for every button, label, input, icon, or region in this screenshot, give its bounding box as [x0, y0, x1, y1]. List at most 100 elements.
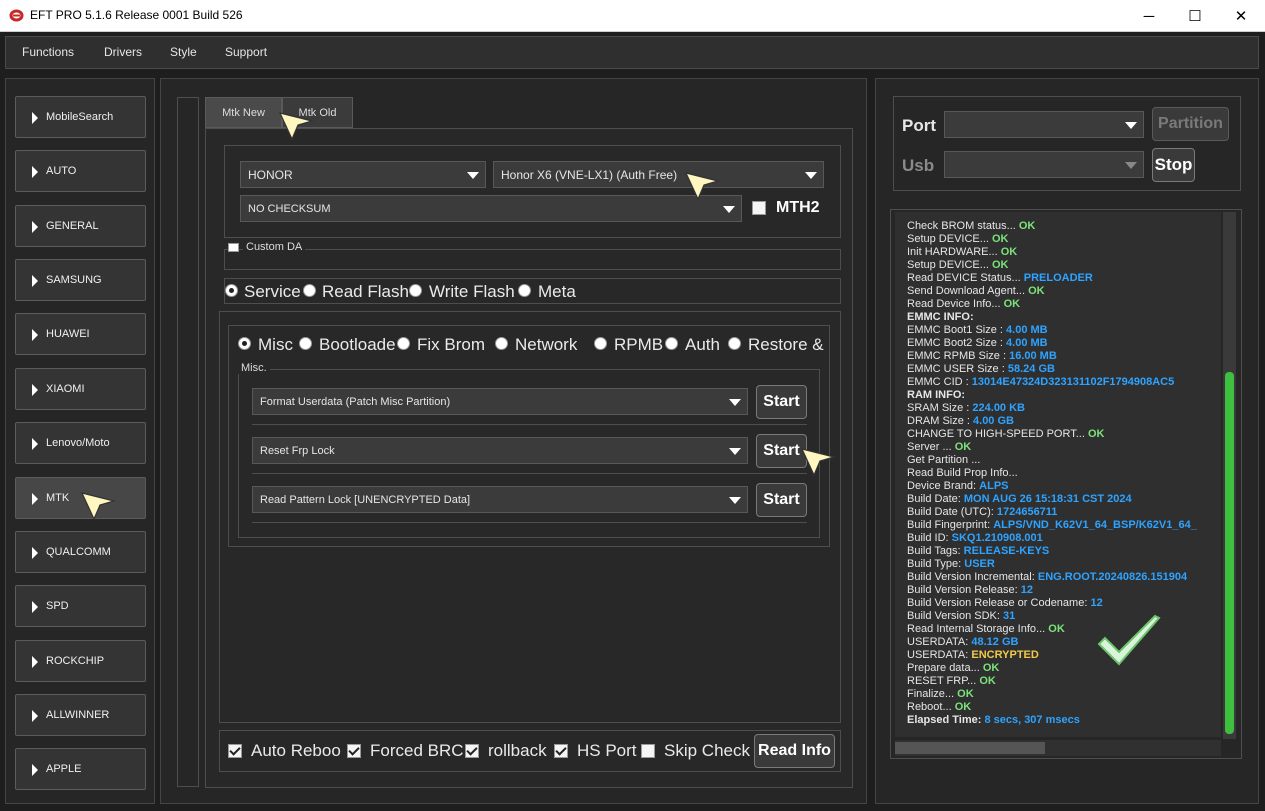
device-group [224, 145, 841, 238]
forced-brom-checkbox[interactable] [347, 744, 361, 758]
subtab-restore-label: Restore & [748, 335, 824, 354]
mode-meta-radio[interactable] [518, 284, 531, 297]
log-line: SRAM Size : 224.00 KB [907, 402, 1025, 414]
sidebar-item-mobilesearch[interactable]: MobileSearch [15, 96, 146, 138]
menu-support[interactable]: Support [225, 45, 267, 59]
start-read-pattern-button[interactable]: Start [756, 483, 807, 517]
scrollbar-thumb[interactable] [1225, 372, 1234, 734]
subtab-fix-brom-radio[interactable] [397, 337, 410, 350]
play-arrow-icon [32, 547, 38, 559]
brand-select[interactable]: HONOR [240, 161, 486, 188]
checksum-select[interactable]: NO CHECKSUM [240, 195, 742, 222]
log-line-value: OK [1087, 428, 1105, 440]
maximize-button[interactable]: ☐ [1172, 0, 1218, 32]
mode-meta-label: Meta [538, 282, 576, 301]
log-line-text: EMMC RPMB Size : [907, 350, 1010, 362]
log-line-value: 224.00 KB [972, 402, 1025, 414]
custom-da-label: Custom DA [243, 241, 306, 253]
log-line-value: OK [1048, 623, 1065, 635]
log-line: Build Version Release: 12 [907, 584, 1033, 596]
mode-read-flash-radio[interactable] [303, 284, 316, 297]
sidebar-item-lenovo-moto[interactable]: Lenovo/Moto [15, 422, 146, 464]
mode-write-flash-radio[interactable] [409, 284, 422, 297]
scrollbar-thumb[interactable] [895, 742, 1045, 754]
log-line-text: Build Version Incremental: [907, 571, 1038, 583]
sidebar-item-apple[interactable]: APPLE [15, 748, 146, 790]
title-bar: EFT PRO 5.1.6 Release 0001 Build 526 ─ ☐… [0, 0, 1265, 32]
subtab-bootloader-radio[interactable] [299, 337, 312, 350]
mth2-checkbox[interactable] [752, 201, 766, 215]
log-line-value: 4.00 MB [1006, 337, 1048, 349]
forced-brom-label: Forced BRC [370, 741, 464, 760]
log-horizontal-scrollbar[interactable] [895, 740, 1221, 756]
sidebar-item-rockchip[interactable]: ROCKCHIP [15, 640, 146, 682]
log-line-text: Server ... [907, 441, 955, 453]
mode-service-label: Service [244, 282, 301, 301]
log-line-text: EMMC CID : [907, 376, 972, 388]
log-line: Elapsed Time: 8 secs, 307 msecs [907, 714, 1080, 726]
sidebar-item-spd[interactable]: SPD [15, 585, 146, 627]
subtab-auth-radio[interactable] [665, 337, 678, 350]
usb-label: Usb [902, 156, 935, 175]
log-line-value: ALPS/VND_K62V1_64_BSP/K62V1_64_ [993, 519, 1197, 531]
hs-port-checkbox[interactable] [554, 744, 568, 758]
subtab-restore-radio[interactable] [728, 337, 741, 350]
rollback-checkbox[interactable] [465, 744, 479, 758]
port-select[interactable] [944, 111, 1144, 138]
subtab-misc-label: Misc [258, 335, 293, 354]
operation-read-pattern[interactable]: Read Pattern Lock [UNENCRYPTED Data] [252, 486, 748, 513]
menu-drivers[interactable]: Drivers [104, 45, 142, 59]
checkmark-icon [1097, 614, 1161, 666]
log-line-text: DRAM Size : [907, 415, 974, 427]
chevron-down-icon [1125, 122, 1137, 129]
operation-reset-frp[interactable]: Reset Frp Lock [252, 437, 748, 464]
tab-mtk-new[interactable]: Mtk New [205, 97, 282, 128]
log-line-text: Build Tags: [907, 545, 964, 557]
log-line-text: EMMC USER Size : [907, 363, 1008, 375]
sidebar-item-general[interactable]: GENERAL [15, 205, 146, 247]
log-line-text: CHANGE TO HIGH-SPEED PORT... [907, 428, 1088, 440]
log-line-text: EMMC Boot1 Size : [907, 324, 1007, 336]
sidebar-item-xiaomi[interactable]: XIAOMI [15, 368, 146, 410]
log-line-value: OK [957, 688, 974, 700]
custom-da-checkbox[interactable] [228, 243, 239, 252]
log-vertical-scrollbar[interactable] [1223, 212, 1236, 739]
log-line: Build Tags: RELEASE-KEYS [907, 545, 1049, 557]
skip-check-label: Skip Check I [664, 741, 760, 760]
chevron-down-icon [729, 448, 741, 455]
log-line-text: Build Fingerprint: [907, 519, 994, 531]
auto-reboot-checkbox[interactable] [228, 744, 242, 758]
subtab-network-radio[interactable] [495, 337, 508, 350]
close-button[interactable]: ✕ [1218, 0, 1264, 32]
log-line: Build Type: USER [907, 558, 995, 570]
log-line-text: Build Date (UTC): [907, 506, 997, 518]
sidebar-item-qualcomm[interactable]: QUALCOMM [15, 531, 146, 573]
subtab-misc-radio[interactable] [238, 337, 251, 350]
usb-select[interactable] [944, 151, 1144, 178]
sidebar-item-huawei[interactable]: HUAWEI [15, 313, 146, 355]
log-line-value: RELEASE-KEYS [963, 545, 1050, 557]
read-info-button[interactable]: Read Info [754, 734, 835, 768]
window-title: EFT PRO 5.1.6 Release 0001 Build 526 [30, 8, 243, 22]
skip-check-checkbox[interactable] [641, 744, 655, 758]
partition-button[interactable]: Partition [1152, 107, 1229, 141]
model-select[interactable]: Honor X6 (VNE-LX1) (Auth Free) [493, 161, 824, 188]
mode-service-radio[interactable] [225, 284, 238, 297]
sidebar-item-samsung[interactable]: SAMSUNG [15, 259, 146, 301]
sidebar-item-auto[interactable]: AUTO [15, 150, 146, 192]
minimize-button[interactable]: ─ [1126, 0, 1172, 32]
log-line-text: Read DEVICE Status... [907, 272, 1024, 284]
start-format-button[interactable]: Start [756, 385, 807, 419]
subtab-rpmb-radio[interactable] [594, 337, 607, 350]
stop-button[interactable]: Stop [1152, 148, 1195, 182]
log-line-value: OK [954, 701, 972, 713]
log-line-value: 4.00 GB [973, 415, 1014, 427]
operation-format-userdata[interactable]: Format Userdata (Patch Misc Partition) [252, 388, 748, 415]
menu-functions[interactable]: Functions [22, 45, 74, 59]
log-line-value: 12 [1090, 597, 1103, 609]
menu-style[interactable]: Style [170, 45, 197, 59]
log-line: Get Partition ... [907, 454, 980, 466]
log-line-value: 58.24 GB [1007, 363, 1055, 375]
sidebar-item-allwinner[interactable]: ALLWINNER [15, 694, 146, 736]
cursor-arrow-icon [80, 492, 116, 521]
